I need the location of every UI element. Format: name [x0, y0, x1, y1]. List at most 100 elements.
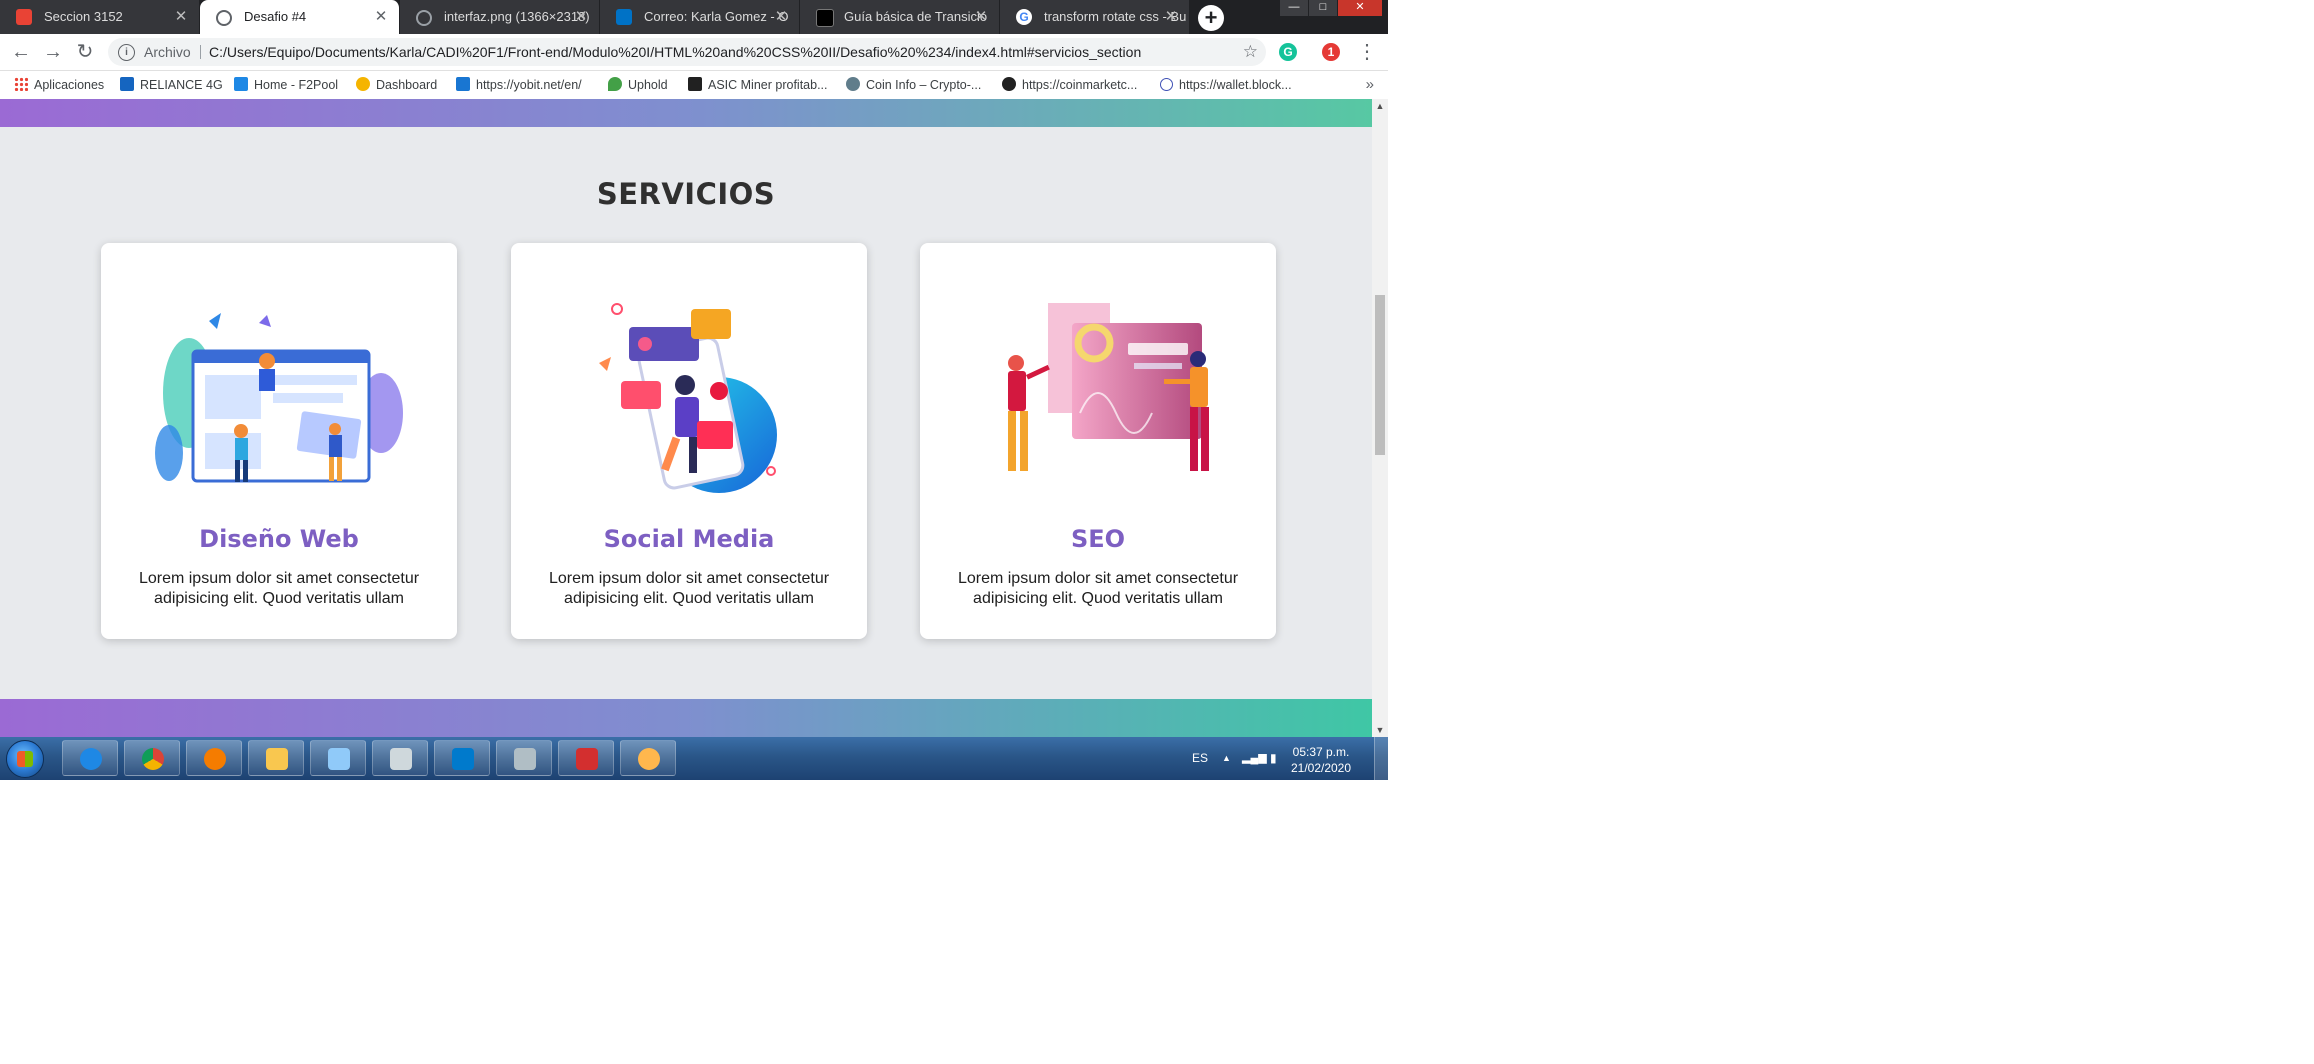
tab-interfaz-png[interactable]: interfaz.png (1366×2318) ✕ [400, 0, 600, 34]
show-desktop-button[interactable] [1374, 737, 1388, 780]
tab-strip: Seccion 3152 ✕ Desafio #4 ✕ interfaz.png… [0, 0, 1388, 34]
reload-icon[interactable]: ↻ [74, 41, 96, 63]
google-icon: G [1016, 9, 1032, 25]
forward-arrow-icon[interactable]: → [42, 41, 64, 63]
globe-icon [416, 10, 432, 26]
paint-icon [514, 748, 536, 770]
close-icon[interactable]: ✕ [573, 0, 589, 34]
service-card-seo: SEO Lorem ipsum dolor sit amet consectet… [920, 243, 1276, 639]
minimize-button[interactable]: — [1280, 0, 1308, 16]
social-media-illustration [599, 303, 777, 493]
close-icon[interactable]: ✕ [973, 0, 989, 34]
chrome-icon [142, 748, 164, 770]
bookmark-reliance[interactable]: RELIANCE 4G [120, 71, 223, 99]
network-signal-icon[interactable]: ▂▄▆ [1242, 737, 1267, 780]
clock-date: 21/02/2020 [1290, 761, 1352, 775]
coininfo-icon [846, 77, 860, 91]
service-card-web-design: Diseño Web Lorem ipsum dolor sit amet co… [101, 243, 457, 639]
windows-logo-icon [17, 751, 33, 767]
extension-icon[interactable]: 1 [1322, 43, 1340, 61]
apps-grid-icon [14, 77, 28, 91]
battery-icon[interactable]: ▮ [1270, 737, 1277, 780]
tray-expand-icon[interactable]: ▲ [1222, 737, 1231, 780]
card-title: Social Media [603, 525, 775, 553]
card-title: Diseño Web [199, 525, 359, 553]
language-indicator[interactable]: ES [1192, 737, 1208, 780]
page-viewport: SERVICIOS Diseño Web Lorem ipsum dolor s… [0, 99, 1372, 737]
new-tab-button[interactable]: + [1198, 5, 1224, 31]
taskbar-calculator[interactable] [372, 740, 428, 776]
card-description: Lorem ipsum dolor sit amet consectetur a… [138, 570, 420, 607]
paint-palette-icon [638, 748, 660, 770]
bookmark-asic[interactable]: ASIC Miner profitab... [688, 71, 828, 99]
menu-kebab-icon[interactable]: ⋮ [1356, 41, 1378, 63]
taskbar-internet-explorer[interactable] [62, 740, 118, 776]
scheme-label: Archivo [144, 44, 191, 60]
scroll-down-arrow-icon[interactable]: ▼ [1372, 725, 1388, 735]
card-title: SEO [1070, 525, 1126, 553]
tab-title: Correo: Karla Gomez - O [644, 9, 789, 24]
tab-correo[interactable]: Correo: Karla Gomez - O ✕ [600, 0, 800, 34]
bookmark-dashboard[interactable]: Dashboard [356, 71, 437, 99]
bookmark-blockchain-wallet[interactable]: https://wallet.block... [1160, 71, 1292, 99]
tab-transform-rotate[interactable]: G transform rotate css - Bu ✕ [1000, 0, 1190, 34]
divider [200, 45, 201, 59]
tab-seccion-3152[interactable]: Seccion 3152 ✕ [0, 0, 200, 34]
vertical-scrollbar[interactable]: ▲ ▼ [1372, 99, 1388, 737]
bookmark-aplicaciones[interactable]: Aplicaciones [14, 71, 104, 99]
service-card-social-media: Social Media Lorem ipsum dolor sit amet … [511, 243, 867, 639]
card-description: Lorem ipsum dolor sit amet consectetur a… [548, 570, 830, 607]
taskbar-paint[interactable] [496, 740, 552, 776]
fm-icon [816, 9, 834, 27]
bookmark-star-icon[interactable]: ☆ [1243, 38, 1258, 66]
acrobat-icon [576, 748, 598, 770]
taskbar-vscode[interactable] [434, 740, 490, 776]
clock-time: 05:37 p.m. [1292, 745, 1350, 759]
footer-gradient-strip [0, 699, 1372, 737]
file-explorer-icon [266, 748, 288, 770]
scroll-up-arrow-icon[interactable]: ▲ [1372, 101, 1388, 111]
more-bookmarks-chevron-icon[interactable]: » [1366, 71, 1374, 99]
taskbar-paint-palette[interactable] [620, 740, 676, 776]
close-icon[interactable]: ✕ [1163, 0, 1179, 34]
close-window-button[interactable]: ✕ [1338, 0, 1382, 16]
url-text[interactable]: C:/Users/Equipo/Documents/Karla/CADI%20F… [209, 38, 1141, 66]
tab-title: Desafio #4 [244, 9, 307, 24]
address-bar[interactable]: i Archivo C:/Users/Equipo/Documents/Karl… [108, 38, 1266, 66]
f2pool-icon [234, 77, 248, 91]
bookmark-f2pool[interactable]: Home - F2Pool [234, 71, 338, 99]
info-icon[interactable]: i [118, 44, 135, 61]
taskbar-media-player[interactable] [186, 740, 242, 776]
yobit-icon [456, 77, 470, 91]
coinmarketcap-icon [1002, 77, 1016, 91]
header-gradient-strip [0, 99, 1372, 127]
asic-icon [688, 77, 702, 91]
back-arrow-icon[interactable]: ← [10, 41, 32, 63]
taskbar-chrome[interactable] [124, 740, 180, 776]
screenshot: Seccion 3152 ✕ Desafio #4 ✕ interfaz.png… [0, 0, 1388, 780]
internet-explorer-icon [80, 748, 102, 770]
vscode-icon [452, 748, 474, 770]
maximize-button[interactable]: □ [1309, 0, 1337, 16]
close-icon[interactable]: ✕ [773, 0, 789, 34]
bookmark-uphold[interactable]: Uphold [608, 71, 668, 99]
dashboard-icon [356, 77, 370, 91]
system-clock[interactable]: 05:37 p.m. 21/02/2020 [1280, 744, 1362, 776]
gmod-icon [16, 9, 32, 25]
taskbar-notepad[interactable] [310, 740, 366, 776]
taskbar-acrobat[interactable] [558, 740, 614, 776]
tab-title: Guía básica de Transicio [844, 9, 988, 24]
bookmark-coinmarketcap[interactable]: https://coinmarketc... [1002, 71, 1137, 99]
card-description: Lorem ipsum dolor sit amet consectetur a… [957, 570, 1239, 607]
scrollbar-thumb[interactable] [1375, 295, 1385, 455]
tab-title: Seccion 3152 [44, 9, 123, 24]
grammarly-icon[interactable]: G [1279, 43, 1297, 61]
close-icon[interactable]: ✕ [373, 0, 389, 34]
close-icon[interactable]: ✕ [173, 0, 189, 34]
bookmark-coin-info[interactable]: Coin Info – Crypto-... [846, 71, 981, 99]
start-button[interactable] [6, 740, 44, 778]
bookmark-yobit[interactable]: https://yobit.net/en/ [456, 71, 582, 99]
tab-guia-transiciones[interactable]: Guía básica de Transicio ✕ [800, 0, 1000, 34]
tab-desafio-4[interactable]: Desafio #4 ✕ [200, 0, 400, 34]
taskbar-file-explorer[interactable] [248, 740, 304, 776]
